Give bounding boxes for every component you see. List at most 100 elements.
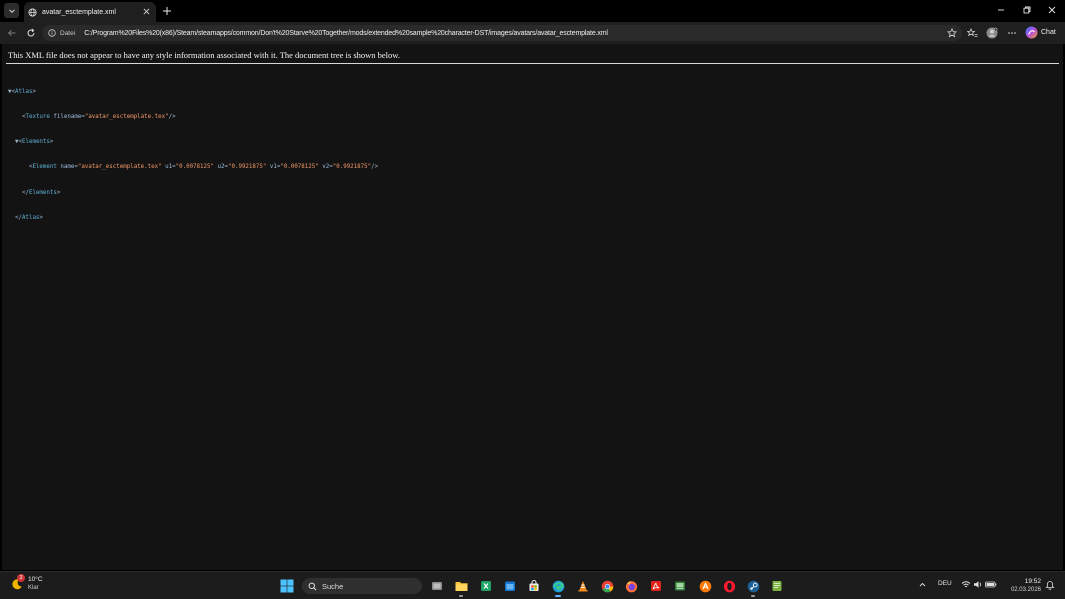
- chrome-icon: [601, 580, 613, 592]
- steam-icon: [747, 580, 759, 592]
- xml-document-tree: ▼<Atlas> <Texture filename="avatar_escte…: [8, 71, 378, 239]
- windows-taskbar: 2 10°C Klar Suche DEU 19:52 02.03.2026: [0, 571, 1065, 599]
- plus-icon: [162, 6, 171, 15]
- windows-logo-icon: [280, 579, 294, 593]
- favorites-icon: [966, 28, 977, 37]
- xml-line-element: <Element name="avatar_esctemplate.tex" u…: [28, 164, 379, 171]
- xml-line-elements-close: </Elements>: [21, 189, 61, 196]
- browser-toolbar: Datei C:/Program%20Files%20(x86)/Steam/s…: [0, 22, 1065, 44]
- tab-avatar-xml[interactable]: avatar_esctemplate.xml: [24, 2, 156, 22]
- clock-date: 02.03.2026: [1010, 587, 1041, 593]
- show-hidden-icons-button[interactable]: [918, 580, 927, 589]
- steam-button[interactable]: [746, 579, 760, 597]
- firefox-icon: [625, 580, 637, 592]
- weather-temperature: 10°C: [28, 576, 43, 583]
- favorite-button[interactable]: [945, 26, 959, 40]
- restore-button[interactable]: [1020, 4, 1034, 16]
- notifications-button[interactable]: [1045, 580, 1055, 590]
- minimize-icon: [998, 9, 1004, 11]
- antivirus-icon: [699, 580, 711, 592]
- avast-button[interactable]: [698, 579, 712, 593]
- xml-style-notice: This XML file does not appear to have an…: [8, 50, 401, 60]
- language-label: DEU: [938, 580, 952, 587]
- profile-button[interactable]: [985, 26, 999, 40]
- chevron-down-icon: [8, 8, 15, 13]
- tab-actions-menu-button[interactable]: [4, 3, 19, 18]
- monitor-app-icon: [675, 581, 685, 591]
- globe-icon: [28, 7, 37, 17]
- tab-close-button[interactable]: [141, 6, 152, 17]
- address-bar[interactable]: Datei C:/Program%20Files%20(x86)/Steam/s…: [42, 25, 962, 41]
- speaker-icon: [974, 581, 982, 588]
- wifi-icon: [961, 581, 971, 588]
- task-view-button[interactable]: [430, 579, 444, 593]
- tab-strip: avatar_esctemplate.xml: [0, 0, 1065, 22]
- minimize-button[interactable]: [994, 4, 1008, 16]
- pdf-icon: [651, 581, 661, 591]
- weather-moon-icon: 2: [10, 574, 25, 591]
- xml-line-atlas-open[interactable]: ▼<Atlas>: [8, 88, 378, 96]
- weather-widget[interactable]: 2 10°C Klar: [10, 574, 43, 592]
- notification-badge: 2: [17, 574, 25, 582]
- start-button[interactable]: [280, 579, 294, 593]
- more-horizontal-icon: [1008, 32, 1016, 34]
- opera-button[interactable]: [722, 579, 736, 593]
- acrobat-button[interactable]: [649, 579, 663, 593]
- close-icon: [1048, 6, 1056, 14]
- refresh-icon: [27, 28, 35, 37]
- input-language-indicator[interactable]: DEU: [938, 580, 952, 587]
- star-icon: [947, 28, 957, 38]
- taskbar-search[interactable]: Suche: [302, 578, 422, 594]
- xml-viewer: This XML file does not appear to have an…: [2, 44, 1063, 570]
- restore-icon: [1023, 6, 1031, 14]
- address-url[interactable]: C:/Program%20Files%20(x86)/Steam/steamap…: [84, 30, 608, 37]
- back-button[interactable]: [5, 26, 19, 40]
- firefox-button[interactable]: [624, 579, 638, 593]
- avatar: [986, 27, 998, 39]
- calendar-icon: [505, 581, 515, 591]
- arrow-left-icon: [7, 29, 16, 37]
- tab-title: avatar_esctemplate.xml: [42, 8, 116, 16]
- reload-button[interactable]: [24, 26, 38, 40]
- close-icon: [143, 8, 150, 15]
- nvidia-button[interactable]: [673, 579, 687, 593]
- copilot-label: Chat: [1041, 29, 1056, 36]
- divider: [6, 63, 1059, 64]
- address-scheme-label: Datei: [60, 29, 76, 37]
- copilot-button[interactable]: Chat: [1025, 26, 1056, 39]
- search-icon: [308, 582, 317, 590]
- outlook-button[interactable]: [503, 579, 517, 593]
- info-icon[interactable]: [48, 29, 56, 37]
- folder-icon: [455, 582, 467, 591]
- edge-icon: [552, 580, 564, 592]
- taskbar-clock[interactable]: 19:52 02.03.2026: [1005, 578, 1041, 594]
- xml-line-texture: <Texture filename="avatar_esctemplate.te…: [21, 114, 176, 121]
- notepad-button[interactable]: [770, 579, 784, 593]
- file-explorer-button[interactable]: [454, 579, 468, 597]
- battery-icon: [985, 581, 997, 588]
- task-view-icon: [432, 582, 442, 590]
- chevron-up-icon: [919, 582, 926, 587]
- chrome-button[interactable]: [600, 579, 614, 593]
- traffic-cone-icon: [578, 581, 588, 592]
- quick-settings-button[interactable]: [961, 580, 997, 589]
- excel-button[interactable]: [479, 579, 493, 593]
- xml-line-elements-open[interactable]: ▼<Elements>: [8, 138, 378, 146]
- spreadsheet-icon: [481, 581, 491, 591]
- favorites-bar-button[interactable]: [965, 26, 979, 40]
- notification-bell-icon: [1045, 581, 1055, 590]
- store-bag-icon: [529, 580, 539, 591]
- new-tab-button[interactable]: [159, 3, 174, 18]
- store-button[interactable]: [527, 579, 541, 593]
- notepad-icon: [772, 581, 782, 591]
- vlc-button[interactable]: [576, 579, 590, 593]
- copilot-icon: [1025, 26, 1038, 39]
- clock-time: 19:52: [1024, 578, 1041, 585]
- weather-condition: Klar: [28, 585, 39, 591]
- settings-more-button[interactable]: [1005, 26, 1019, 40]
- search-placeholder: Suche: [322, 581, 344, 591]
- edge-button[interactable]: [551, 579, 565, 597]
- xml-line-atlas-close: </Atlas>: [14, 214, 43, 221]
- close-window-button[interactable]: [1045, 4, 1059, 16]
- opera-icon: [723, 580, 735, 592]
